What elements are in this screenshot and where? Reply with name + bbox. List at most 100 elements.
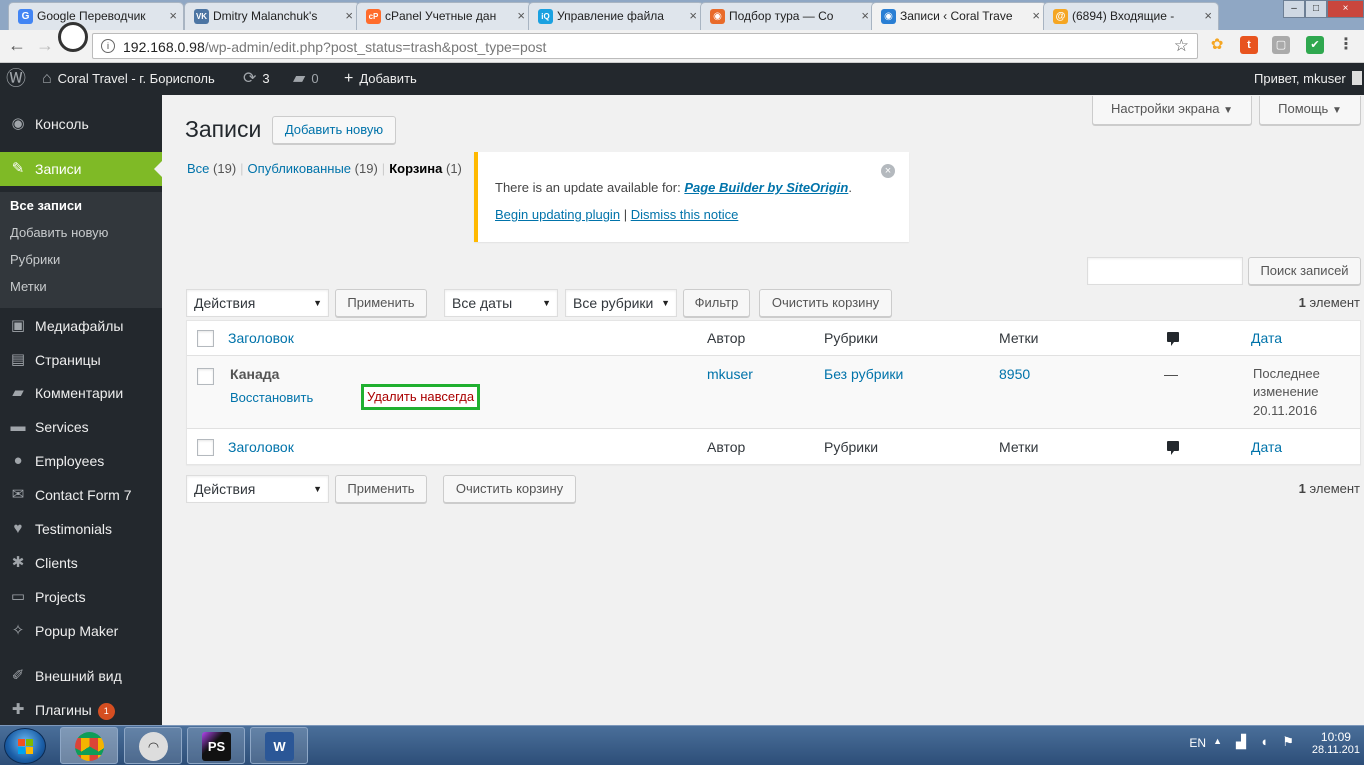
posts-table: Заголовок Автор Рубрики Метки Дата Канад…	[186, 320, 1361, 465]
filter-trash-current[interactable]: Корзина	[389, 161, 442, 176]
t-extension-icon[interactable]: t	[1240, 36, 1258, 54]
category-filter-select[interactable]: Все рубрики ▼	[565, 289, 677, 317]
sidebar-item-popup-maker[interactable]: ✧ Popup Maker	[0, 614, 162, 648]
taskbar-word[interactable]: W	[250, 727, 308, 764]
sidebar-item-projects[interactable]: ▭ Projects	[0, 580, 162, 614]
restore-link[interactable]: Восстановить	[230, 390, 313, 405]
row-checkbox[interactable]	[197, 368, 214, 385]
sidebar-item-services[interactable]: ▬ Services	[0, 410, 162, 444]
taskbar-chrome[interactable]	[60, 727, 118, 764]
post-tag-link[interactable]: 8950	[999, 366, 1030, 382]
column-date-footer[interactable]: Дата	[1251, 439, 1282, 455]
language-indicator[interactable]: EN	[1189, 736, 1206, 750]
taskbar-app[interactable]: ◠	[124, 727, 182, 764]
apply-button[interactable]: Применить	[335, 289, 427, 317]
sidebar-item-clients[interactable]: ✱ Clients	[0, 546, 162, 580]
close-tab-icon[interactable]: ×	[1204, 3, 1212, 29]
browser-tab[interactable]: G Google Переводчик ×	[8, 2, 184, 30]
select-all-checkbox[interactable]	[197, 330, 214, 347]
comments-link[interactable]: ▰ 0	[293, 63, 319, 95]
shield-extension-icon[interactable]: ✔	[1306, 36, 1324, 54]
help-button[interactable]: Помощь ▼	[1259, 96, 1361, 125]
empty-trash-button[interactable]: Очистить корзину	[759, 289, 892, 317]
sidebar-item-testimonials[interactable]: ♥ Testimonials	[0, 512, 162, 546]
bulk-actions-select[interactable]: Действия ▼	[186, 289, 329, 317]
filter-published-link[interactable]: Опубликованные (19)	[248, 161, 378, 176]
close-tab-icon[interactable]: ×	[1032, 3, 1040, 29]
add-new-post-button[interactable]: Добавить новую	[272, 116, 396, 144]
search-input[interactable]	[1087, 257, 1243, 285]
flag-icon[interactable]: ⚑	[1282, 734, 1294, 750]
plugin-name-link[interactable]: Page Builder by SiteOrigin	[684, 180, 848, 195]
sidebar-item-posts[interactable]: ✎ Записи	[0, 152, 162, 186]
browser-tab[interactable]: iQ Управление файла ×	[528, 2, 704, 30]
reload-icon[interactable]	[58, 22, 88, 52]
post-category-link[interactable]: Без рубрики	[824, 366, 903, 382]
close-tab-icon[interactable]: ×	[345, 3, 353, 29]
new-content-link[interactable]: + Добавить	[344, 63, 417, 95]
sidebar-item-pages[interactable]: ▤ Страницы	[0, 343, 162, 377]
close-icon[interactable]: ×	[881, 164, 895, 178]
bookmark-star-icon[interactable]: ☆	[1174, 36, 1189, 56]
begin-update-link[interactable]: Begin updating plugin	[495, 207, 620, 222]
close-tab-icon[interactable]: ×	[517, 3, 525, 29]
coral-travel-icon: ◉	[710, 9, 725, 24]
column-date-header[interactable]: Дата	[1251, 330, 1282, 346]
column-title-footer[interactable]: Заголовок	[228, 439, 294, 455]
filter-all-link[interactable]: Все (19)	[187, 161, 236, 176]
bulk-actions-select-bottom[interactable]: Действия ▼	[186, 475, 329, 503]
close-tab-icon[interactable]: ×	[169, 3, 177, 29]
tab-title: Управление файла	[557, 9, 664, 23]
volume-icon[interactable]: ◖	[1260, 734, 1268, 749]
extension-icon[interactable]: ▢	[1272, 36, 1290, 54]
screen-options-button[interactable]: Настройки экрана ▼	[1092, 96, 1252, 125]
filter-button[interactable]: Фильтр	[683, 289, 750, 317]
wordpress-logo-icon[interactable]: Ⓦ	[6, 63, 26, 95]
search-posts-button[interactable]: Поиск записей	[1248, 257, 1361, 285]
address-bar[interactable]: i 192.168.0.98/wp-admin/edit.php?post_st…	[92, 33, 1198, 59]
column-title-header[interactable]: Заголовок	[228, 330, 294, 346]
paw-extension-icon[interactable]: ✿	[1208, 36, 1226, 54]
browser-tab[interactable]: @ (6894) Входящие - ×	[1043, 2, 1219, 30]
network-icon[interactable]: ▟	[1236, 734, 1246, 750]
close-window-icon[interactable]: ×	[1327, 0, 1364, 18]
browser-tab-active[interactable]: ◉ Записи ‹ Coral Trave ×	[871, 2, 1047, 30]
taskbar-phpstorm[interactable]: PS	[187, 727, 245, 764]
sidebar-item-contact-form[interactable]: ✉ Contact Form 7	[0, 478, 162, 512]
browser-tab[interactable]: ◉ Подбор тура — Co ×	[700, 2, 876, 30]
menu-icon[interactable]: ⋮	[1337, 36, 1355, 54]
submenu-all-posts[interactable]: Все записи	[10, 192, 82, 219]
submenu-tags[interactable]: Метки	[10, 273, 47, 300]
sidebar-item-plugins[interactable]: ✚ Плагины 1	[0, 693, 162, 727]
updates-link[interactable]: ⟳ 3	[243, 63, 270, 95]
tray-expand-icon[interactable]: ▲	[1213, 736, 1222, 746]
sidebar-item-comments[interactable]: ▰ Комментарии	[0, 376, 162, 410]
info-icon[interactable]: i	[101, 39, 115, 53]
select-all-checkbox[interactable]	[197, 439, 214, 456]
back-icon[interactable]: ←	[8, 35, 26, 56]
site-name-link[interactable]: ⌂ Coral Travel - г. Борисполь	[42, 63, 215, 95]
start-button[interactable]	[4, 728, 46, 764]
submenu-add-new[interactable]: Добавить новую	[10, 219, 108, 246]
dismiss-notice-link[interactable]: Dismiss this notice	[631, 207, 739, 222]
forward-icon[interactable]: →	[36, 35, 54, 56]
popup-icon: ✧	[11, 622, 25, 639]
sidebar-item-appearance[interactable]: ✐ Внешний вид	[0, 659, 162, 693]
maximize-icon[interactable]: □	[1305, 0, 1327, 18]
sidebar-item-media[interactable]: ▣ Медиафайлы	[0, 309, 162, 343]
apply-button-bottom[interactable]: Применить	[335, 475, 427, 503]
sidebar-item-employees[interactable]: ● Employees	[0, 444, 162, 478]
minimize-icon[interactable]: –	[1283, 0, 1305, 18]
submenu-categories[interactable]: Рубрики	[10, 246, 60, 273]
empty-trash-button-bottom[interactable]: Очистить корзину	[443, 475, 576, 503]
browser-tab[interactable]: VK Dmitry Malanchuk's ×	[184, 2, 360, 30]
date-filter-select[interactable]: Все даты ▼	[444, 289, 558, 317]
delete-permanently-link[interactable]: Удалить навсегда	[361, 384, 481, 410]
browser-tab[interactable]: cP cPanel Учетные дан ×	[356, 2, 532, 30]
post-author-link[interactable]: mkuser	[707, 366, 753, 382]
close-tab-icon[interactable]: ×	[861, 3, 869, 29]
close-tab-icon[interactable]: ×	[689, 3, 697, 29]
clock[interactable]: 10:09 28.11.201	[1312, 730, 1360, 756]
user-greeting[interactable]: Привет, mkuser	[1254, 63, 1362, 95]
sidebar-item-dashboard[interactable]: ◉ Консоль	[0, 107, 162, 141]
